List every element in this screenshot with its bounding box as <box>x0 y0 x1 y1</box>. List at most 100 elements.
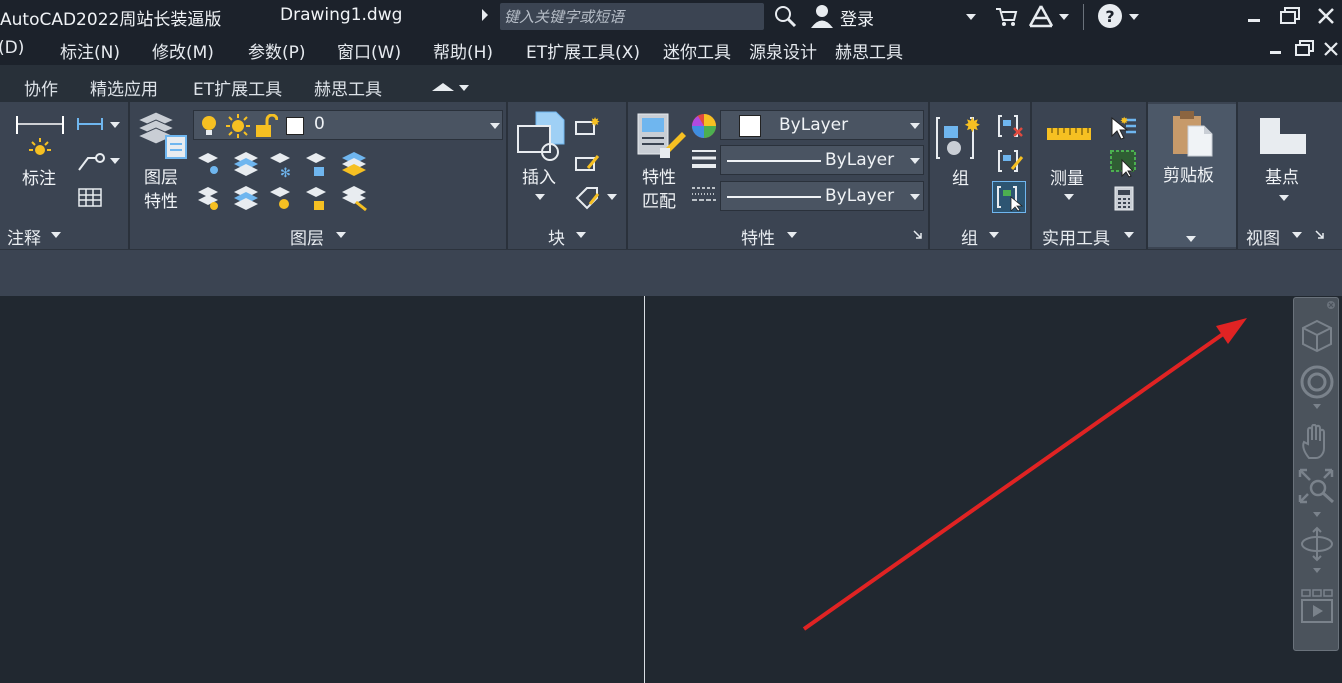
table-icon[interactable] <box>78 188 102 208</box>
login-link[interactable]: 登录 <box>840 5 874 30</box>
chevron-down-icon[interactable] <box>1313 404 1321 409</box>
chevron-down-icon[interactable] <box>1279 195 1289 201</box>
panel-launcher-icon[interactable] <box>913 230 923 240</box>
linear-dimension-icon[interactable] <box>76 114 106 134</box>
groups-panel-title[interactable]: 组 <box>961 224 978 249</box>
chevron-down-icon[interactable] <box>110 158 120 164</box>
play-icon[interactable] <box>482 9 488 21</box>
chevron-down-icon[interactable] <box>607 194 617 200</box>
close-icon[interactable] <box>1316 6 1336 26</box>
menu-item-draw[interactable]: (D) <box>0 38 24 58</box>
edit-block-icon[interactable] <box>574 150 602 174</box>
dimension-icon[interactable] <box>15 112 65 162</box>
doc-restore-icon[interactable] <box>1295 40 1315 58</box>
block-attribute-icon[interactable] <box>574 186 602 212</box>
insert-label[interactable]: 插入 <box>522 166 556 190</box>
chevron-down-icon[interactable] <box>535 194 545 200</box>
search-icon[interactable] <box>773 4 797 28</box>
calculator-icon[interactable] <box>1114 186 1136 212</box>
drawing-canvas[interactable] <box>0 296 1342 683</box>
menu-item-help[interactable]: 帮助(H) <box>433 38 493 63</box>
measure-ruler-icon[interactable] <box>1046 124 1092 144</box>
match-properties-label-2[interactable]: 匹配 <box>642 190 676 214</box>
chevron-down-icon[interactable] <box>989 232 999 238</box>
search-input[interactable] <box>500 3 764 30</box>
menu-item-parametric[interactable]: 参数(P) <box>248 38 306 63</box>
chevron-down-icon[interactable] <box>576 232 586 238</box>
block-panel-title[interactable]: 块 <box>548 224 565 249</box>
layers-panel-title[interactable]: 图层 <box>290 224 324 249</box>
doc-minimize-icon[interactable] <box>1270 51 1281 54</box>
steering-wheel-icon[interactable] <box>1299 364 1335 400</box>
measure-label[interactable]: 测量 <box>1050 167 1084 191</box>
orbit-icon[interactable] <box>1299 526 1335 562</box>
match-properties-icon[interactable] <box>636 110 688 162</box>
pan-hand-icon[interactable] <box>1300 424 1334 460</box>
help-icon[interactable]: ? <box>1097 3 1123 29</box>
menu-item-hesi[interactable]: 赫思工具 <box>835 38 903 63</box>
annotation-panel-title[interactable]: 注释 <box>7 224 41 249</box>
menu-item-mini-tools[interactable]: 迷你工具 <box>663 38 731 63</box>
showmotion-icon[interactable] <box>1300 588 1334 624</box>
create-block-icon[interactable]: ✸ <box>574 114 602 138</box>
menu-item-modify[interactable]: 修改(M) <box>152 38 214 63</box>
autodesk-a360-icon[interactable] <box>1028 4 1054 28</box>
layer-properties-label-1[interactable]: 图层 <box>144 166 178 190</box>
menu-item-window[interactable]: 窗口(W) <box>337 38 401 63</box>
menu-item-dimension[interactable]: 标注(N) <box>60 38 120 63</box>
ungroup-icon[interactable] <box>998 114 1024 138</box>
group-edit-icon[interactable] <box>998 149 1024 173</box>
chevron-down-icon[interactable] <box>110 122 120 128</box>
chevron-down-icon[interactable] <box>787 232 797 238</box>
select-all-icon[interactable] <box>1110 150 1138 178</box>
chevron-down-icon[interactable] <box>1313 512 1321 517</box>
restore-icon[interactable] <box>1280 6 1302 26</box>
view-panel-title[interactable]: 视图 <box>1246 224 1280 249</box>
zoom-extents-icon[interactable] <box>1298 468 1336 504</box>
clipboard-panel[interactable]: 剪贴板 <box>1148 104 1236 247</box>
view-cube-icon[interactable] <box>1299 318 1335 354</box>
doc-close-icon[interactable] <box>1323 41 1339 57</box>
minimize-icon[interactable] <box>1248 19 1260 22</box>
chevron-down-icon[interactable] <box>1064 194 1074 200</box>
linetype-icon[interactable] <box>690 184 718 208</box>
group-label[interactable]: 组 <box>952 167 969 191</box>
search-box[interactable] <box>500 3 764 30</box>
base-point-icon[interactable] <box>1258 116 1308 156</box>
close-icon[interactable] <box>1326 300 1336 310</box>
quick-select-icon[interactable]: ✸ <box>1110 114 1138 142</box>
chevron-down-icon[interactable] <box>966 14 976 20</box>
panel-launcher-icon[interactable] <box>1315 230 1325 240</box>
chevron-down-icon[interactable] <box>459 85 469 91</box>
color-dropdown[interactable]: ByLayer <box>720 110 924 140</box>
layer-properties-icon[interactable] <box>136 110 188 162</box>
chevron-down-icon[interactable] <box>336 232 346 238</box>
tab-collaborate[interactable]: 协作 <box>24 75 58 100</box>
tab-featured-apps[interactable]: 精选应用 <box>90 75 158 100</box>
cart-icon[interactable] <box>995 6 1019 28</box>
ribbon-toggle-icon[interactable] <box>432 83 454 91</box>
linetype-dropdown[interactable]: ByLayer <box>720 145 924 175</box>
tab-et-tools[interactable]: ET扩展工具 <box>193 75 282 100</box>
user-icon[interactable] <box>809 3 835 29</box>
color-wheel-icon[interactable] <box>690 112 718 140</box>
layer-dropdown[interactable]: 0 <box>193 110 503 140</box>
chevron-down-icon[interactable] <box>51 232 61 238</box>
menu-item-et-tools[interactable]: ET扩展工具(X) <box>526 38 640 63</box>
lineweight-icon[interactable] <box>690 148 718 172</box>
menu-item-yuanquan[interactable]: 源泉设计 <box>749 38 817 63</box>
group-icon[interactable]: ✸ <box>936 112 986 162</box>
chevron-down-icon[interactable] <box>1292 232 1302 238</box>
chevron-down-icon[interactable] <box>1124 232 1134 238</box>
insert-block-icon[interactable] <box>516 110 568 162</box>
group-selection-toggle[interactable] <box>992 181 1026 213</box>
lineweight-dropdown[interactable]: ByLayer <box>720 181 924 211</box>
match-properties-label-1[interactable]: 特性 <box>642 166 676 190</box>
chevron-down-icon[interactable] <box>1313 568 1321 573</box>
dimension-label[interactable]: 标注 <box>22 167 56 191</box>
base-point-label[interactable]: 基点 <box>1265 166 1299 190</box>
chevron-down-icon[interactable] <box>1059 14 1069 20</box>
chevron-down-icon[interactable] <box>1129 14 1139 20</box>
properties-panel-title[interactable]: 特性 <box>741 224 775 249</box>
layer-properties-label-2[interactable]: 特性 <box>144 190 178 214</box>
